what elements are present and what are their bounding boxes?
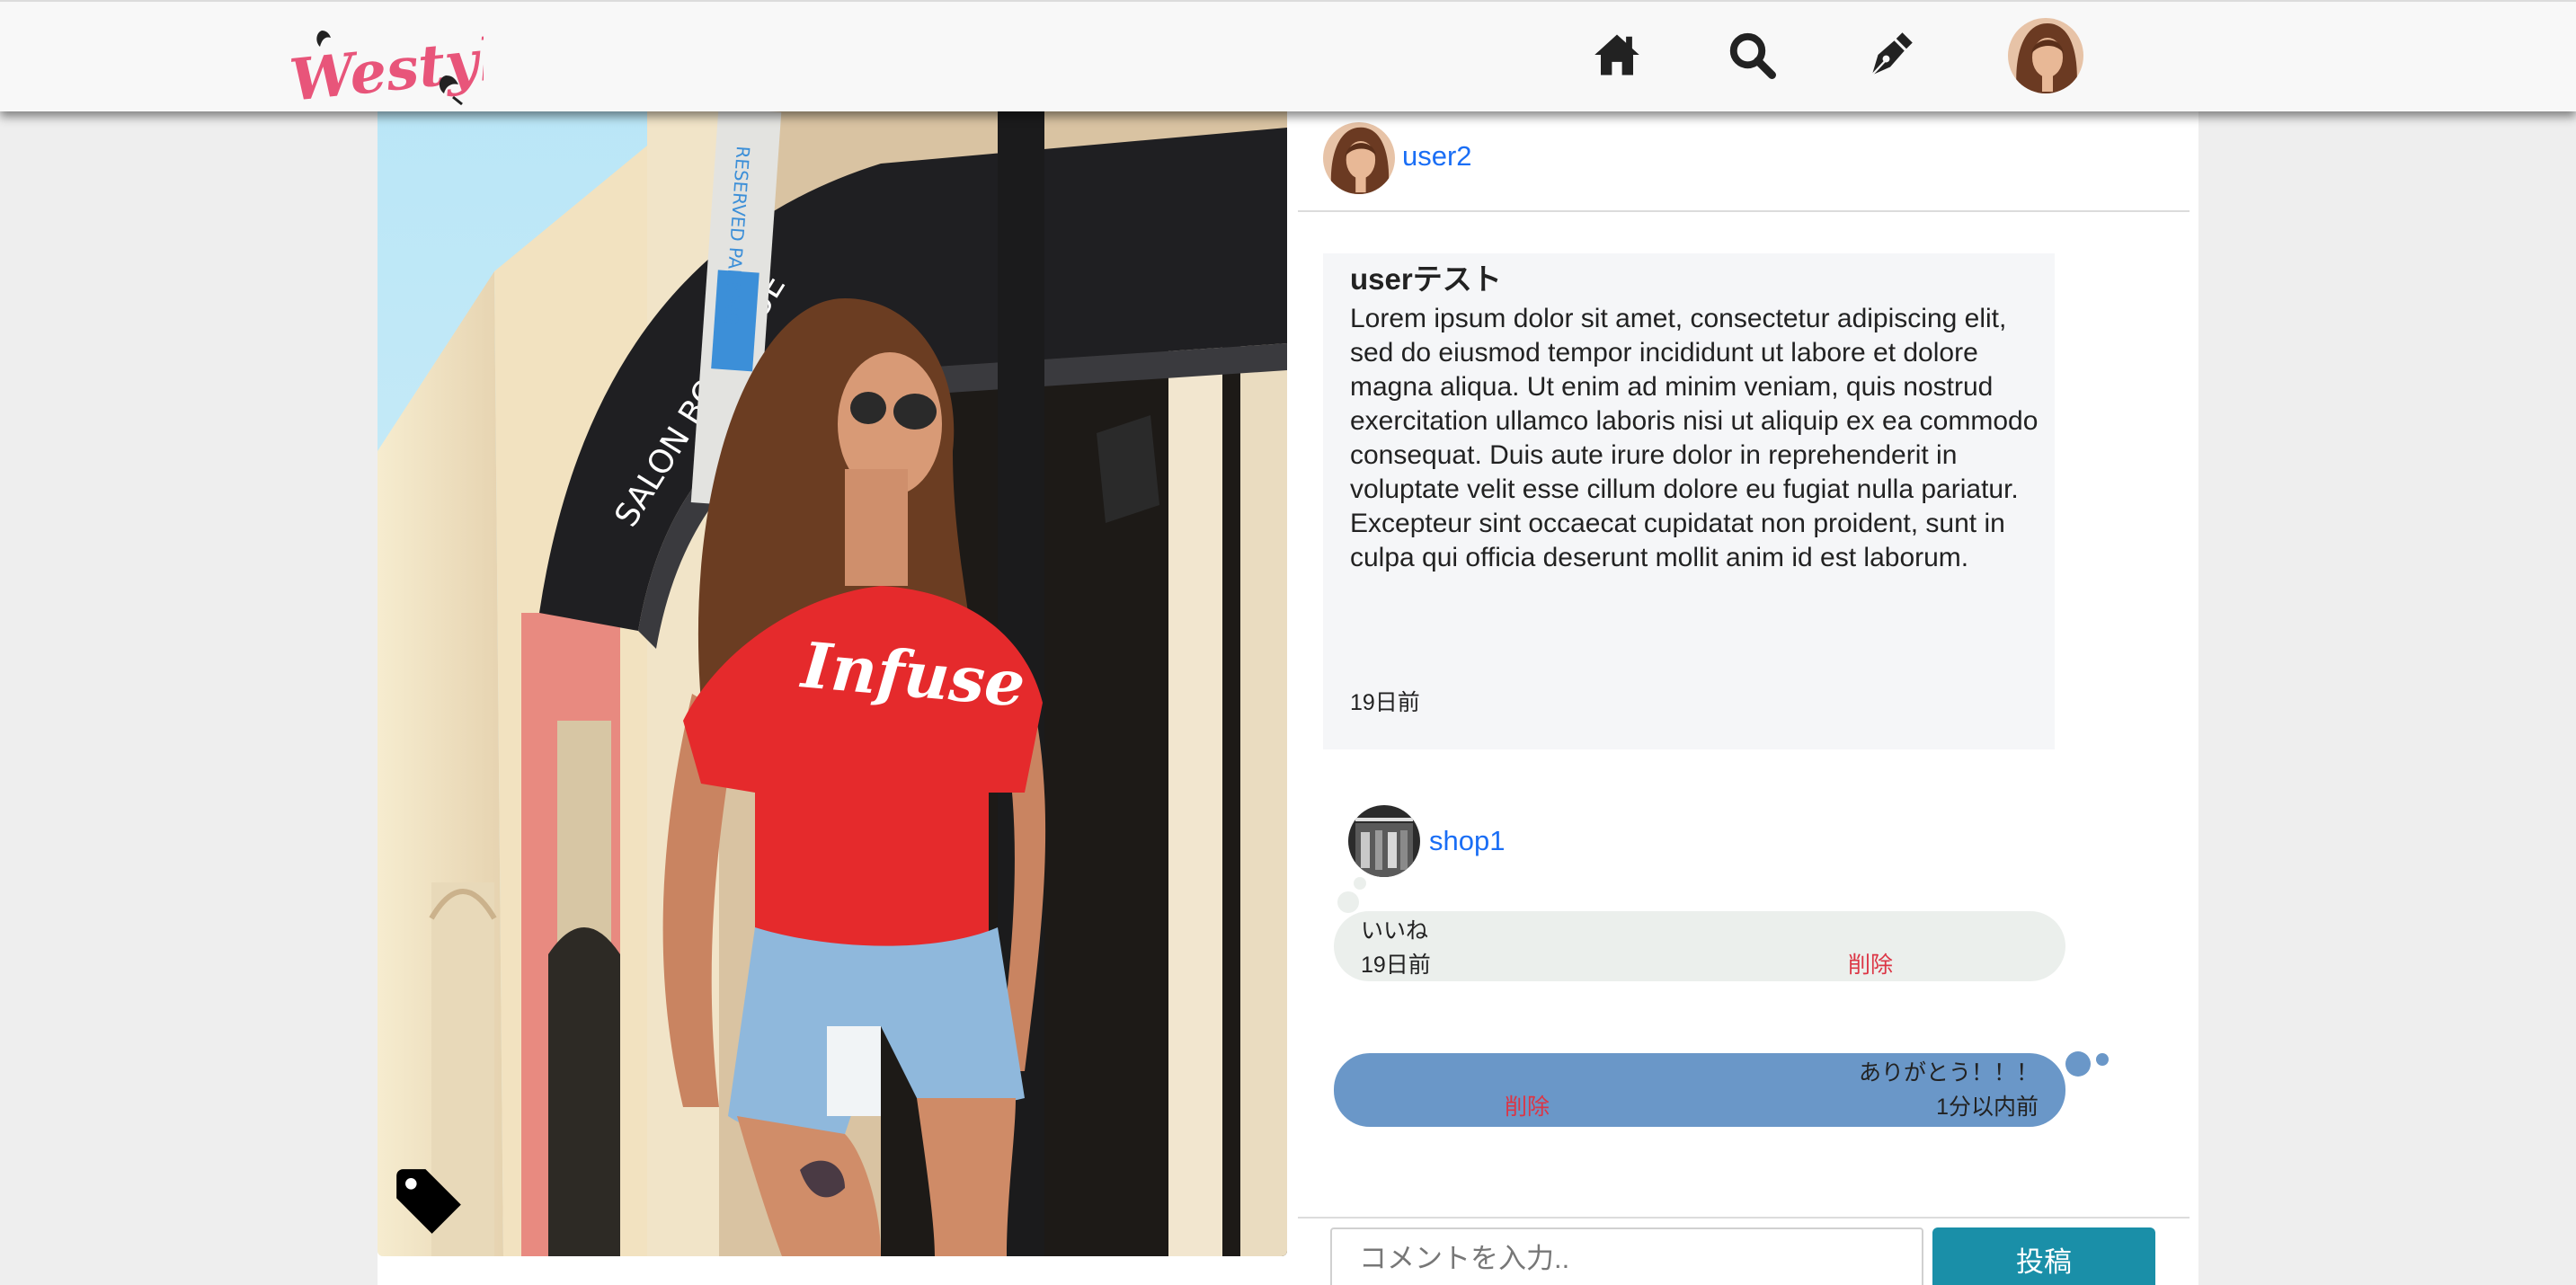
submit-comment-button[interactable]: 投稿 (1932, 1227, 2155, 1285)
post-body: Lorem ipsum dolor sit amet, consectetur … (1350, 304, 2039, 572)
bubble-tail (1337, 891, 1359, 913)
westyle-logo[interactable]: Westyle (286, 14, 484, 113)
comment-input[interactable] (1330, 1227, 1923, 1285)
divider (1298, 210, 2190, 212)
home-icon[interactable] (1593, 31, 1641, 79)
bubble-tail (2065, 1051, 2091, 1077)
top-navbar: Westyle (0, 0, 2576, 113)
comment-bubble-self: ありがとう！！！ 1分以内前 削除 (1334, 1053, 2065, 1127)
tag-icon[interactable] (390, 1163, 467, 1240)
comment-text: ありがとう！！！ (1858, 1060, 2039, 1086)
comment-bubble: いいね 19日前 削除 (1334, 911, 2065, 981)
bubble-tail (2096, 1053, 2109, 1066)
comment-text: いいね (1361, 918, 1429, 944)
pen-icon[interactable] (1866, 31, 1914, 79)
user-avatar[interactable] (2008, 18, 2083, 93)
search-icon[interactable] (1728, 31, 1776, 79)
comment-time: 19日前 (1361, 953, 1431, 978)
post-image: SALON BOUTIQUE RESERVED PARKING Infuse (378, 74, 1287, 1256)
comment-author-avatar[interactable] (1348, 805, 1420, 877)
divider (1298, 1217, 2190, 1219)
delete-comment-button[interactable]: 削除 (1505, 1089, 1550, 1121)
comment-author-link[interactable]: shop1 (1429, 825, 1505, 857)
post-timestamp: 19日前 (1350, 690, 1420, 715)
post-author-avatar[interactable] (1323, 122, 1395, 194)
post-author-link[interactable]: user2 (1402, 140, 1472, 173)
comment-time: 1分以内前 (1936, 1094, 2039, 1120)
delete-comment-button[interactable]: 削除 (1848, 947, 1893, 979)
post-content: userテスト Lorem ipsum dolor sit amet, cons… (1323, 253, 2055, 749)
bubble-tail (1354, 877, 1366, 890)
post-title: userテスト (1350, 262, 1502, 296)
